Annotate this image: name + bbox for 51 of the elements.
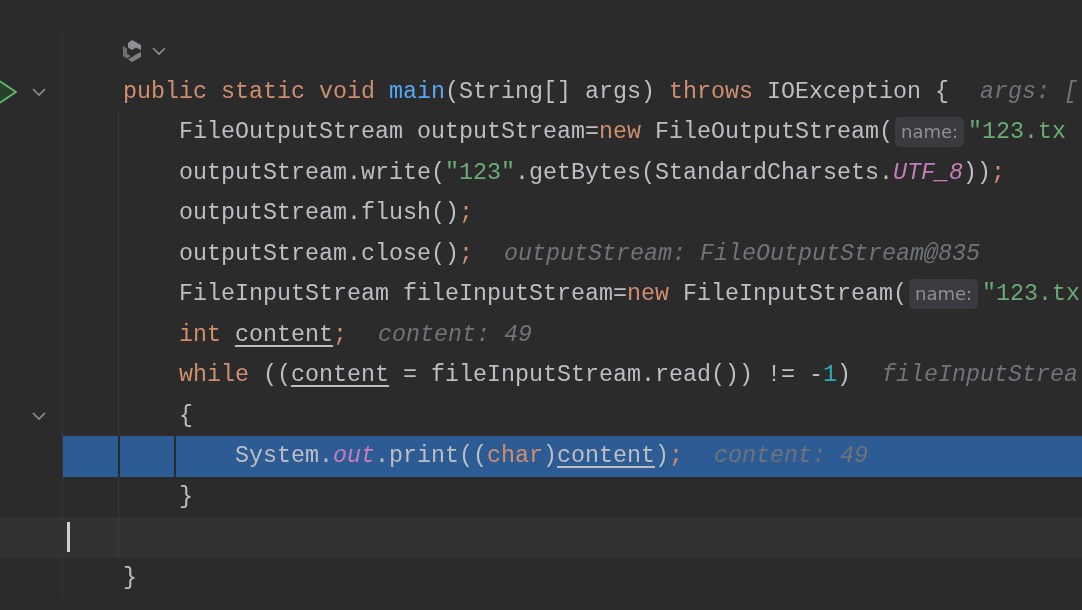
keyword: ; bbox=[669, 442, 683, 471]
code-text: FileOutputStream outputStream= bbox=[179, 118, 599, 147]
code-text: (( bbox=[263, 361, 291, 390]
keyword: ; bbox=[333, 320, 347, 350]
code-text: outputStream.flush() bbox=[179, 199, 459, 228]
code-text: )) bbox=[962, 158, 991, 188]
keyword: ; bbox=[990, 158, 1005, 188]
parameter-hint: name: bbox=[909, 279, 979, 310]
keyword: throws bbox=[669, 77, 754, 107]
inlay-hint: args: [ bbox=[980, 77, 1078, 107]
variable: content bbox=[557, 442, 655, 471]
run-icon[interactable] bbox=[0, 77, 18, 106]
variable: content bbox=[291, 361, 389, 390]
variable: content bbox=[235, 320, 333, 350]
keyword: new bbox=[627, 280, 670, 309]
code-text: = fileInputStream.read()) != - bbox=[402, 361, 823, 390]
code-text: ) bbox=[543, 442, 557, 471]
code-text: FileInputStream fileInputStream= bbox=[179, 280, 627, 309]
code-text: ) bbox=[655, 442, 669, 471]
method-name: main bbox=[389, 77, 445, 107]
code-text: .print(( bbox=[375, 442, 487, 471]
string-literal: "123" bbox=[445, 158, 515, 188]
string-literal: "123.tx bbox=[982, 280, 1081, 309]
inlay-hint: content: 49 bbox=[714, 442, 868, 471]
keyword: public static void bbox=[123, 77, 376, 107]
inlay-hint: outputStream: FileOutputStream@835 bbox=[504, 239, 980, 269]
string-literal: "123.tx bbox=[968, 118, 1067, 147]
static-field: out bbox=[333, 436, 375, 477]
code-text: .getBytes(StandardCharsets. bbox=[515, 158, 893, 188]
code-text: FileInputStream( bbox=[683, 280, 907, 309]
parameter-hint: name: bbox=[895, 117, 965, 148]
keyword: int bbox=[179, 320, 222, 350]
keyword: new bbox=[599, 118, 642, 147]
keyword: char bbox=[487, 442, 543, 471]
number-literal: 1 bbox=[823, 361, 837, 390]
code-text: outputStream.write( bbox=[179, 158, 445, 188]
code-text: } bbox=[123, 563, 137, 593]
code-text: IOException { bbox=[767, 77, 949, 107]
inlay-hint: fileInputStrea bbox=[882, 361, 1078, 390]
code-text: FileOutputStream( bbox=[655, 118, 893, 147]
code-text: System. bbox=[235, 442, 333, 471]
keyword: while bbox=[179, 361, 250, 390]
code-text: outputStream.close() bbox=[179, 239, 459, 269]
static-field: UTF_8 bbox=[892, 152, 963, 193]
code-text: (String[] args) bbox=[445, 77, 656, 107]
keyword: ; bbox=[459, 199, 473, 228]
code-text: } bbox=[179, 482, 193, 512]
inlay-hint: content: 49 bbox=[378, 320, 532, 350]
keyword: ; bbox=[459, 239, 473, 269]
code-text: ) bbox=[837, 361, 851, 390]
code-text: { bbox=[179, 401, 193, 431]
